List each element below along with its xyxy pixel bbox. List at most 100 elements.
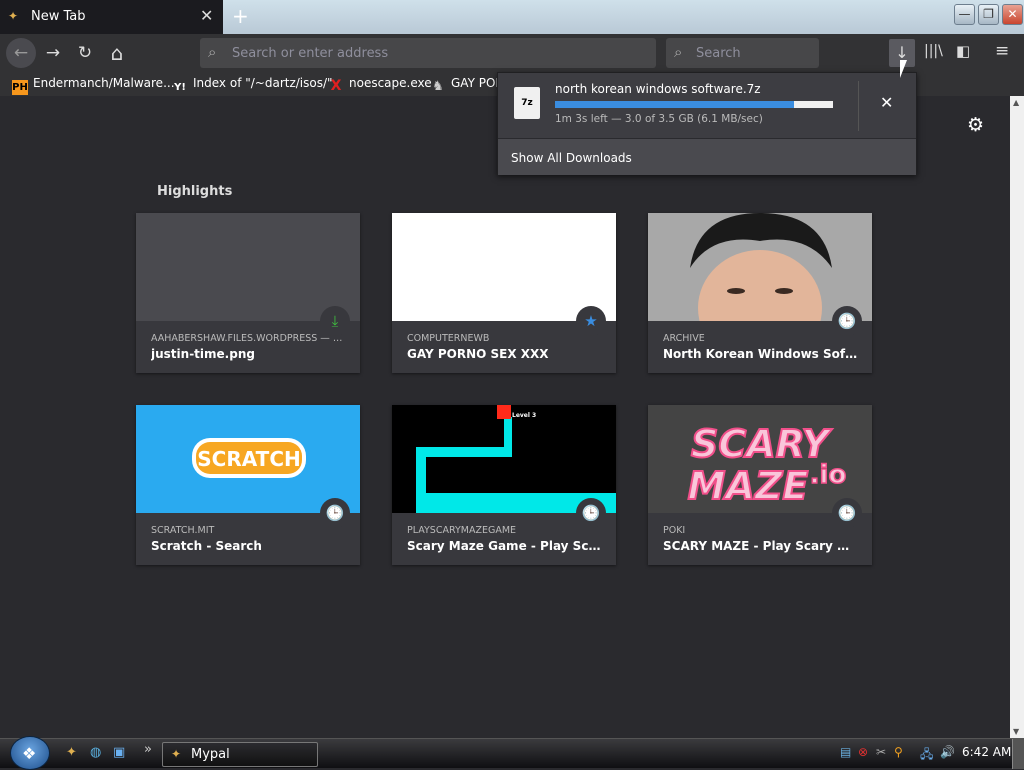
navigation-toolbar: ← → ↻ ⌂ ⌕ Search or enter address ⌕ Sear…	[0, 34, 1024, 72]
tray-network-icon[interactable]: 🖧	[920, 745, 933, 766]
card-host: ARCHIVE	[663, 333, 705, 344]
card-title: North Korean Windows Softwar...	[663, 347, 859, 361]
mouse-cursor-icon	[900, 60, 914, 78]
home-button[interactable]: ⌂	[105, 41, 129, 65]
card-host: COMPUTERNEWB	[407, 333, 490, 344]
search-icon: ⌕	[208, 43, 217, 61]
menu-button[interactable]: ≡	[995, 41, 1009, 61]
download-badge-icon: ⤓	[320, 306, 350, 336]
bookmark-label: Endermanch/Malware...	[33, 76, 175, 90]
downloads-panel: 7z north korean windows software.7z 1m 3…	[497, 72, 917, 175]
search-bar[interactable]: ⌕ Search	[666, 38, 819, 68]
restore-button[interactable]: ❐	[978, 4, 999, 25]
tab-strip: ✦ New Tab ✕ + — ❐ ✕	[0, 0, 1024, 34]
card-thumbnail	[648, 213, 872, 321]
tray-tools-icon[interactable]: ✂	[876, 745, 886, 759]
new-tab-button[interactable]: +	[232, 4, 249, 28]
new-tab-page: ⚙ Highlights ⤓ AAHABERSHAW.FILES.WORDPRE…	[0, 96, 1010, 738]
start-button[interactable]: ❖	[10, 736, 50, 770]
card-title: Scary Maze Game - Play Scary M...	[407, 539, 603, 553]
card-host: POKI	[663, 525, 686, 536]
show-all-downloads-button[interactable]: Show All Downloads	[498, 138, 916, 175]
highlight-card[interactable]: SCARY MAZE .io 🕒 POKI SCARY MAZE - Play …	[648, 405, 872, 565]
knight-favicon-icon: ♞	[432, 79, 444, 94]
highlight-card[interactable]: SCRATCH 🕒 SCRATCH.MIT Scratch - Search	[136, 405, 360, 565]
archive-file-icon: 7z	[514, 87, 540, 119]
x-favicon-icon: X	[330, 78, 342, 94]
search-placeholder: Search	[696, 46, 741, 61]
mypal-app-icon: ✦	[171, 747, 182, 761]
taskbar-clock[interactable]: 6:42 AM	[962, 745, 1011, 759]
card-thumbnail: SCARY MAZE .io	[648, 405, 872, 513]
maze-image: Level 3	[392, 405, 616, 513]
scary-logo-io: .io	[810, 460, 847, 490]
search-icon: ⌕	[674, 43, 683, 61]
portrait-image	[648, 213, 872, 321]
yahoo-favicon-icon: Y!	[174, 82, 186, 93]
scary-logo-line2: MAZE	[688, 464, 809, 508]
card-host: SCRATCH.MIT	[151, 525, 215, 536]
back-button[interactable]: ←	[6, 38, 36, 68]
card-thumbnail: SCRATCH	[136, 405, 360, 513]
tray-block-icon[interactable]: ⊗	[858, 745, 868, 759]
page-scrollbar[interactable]: ▲ ▼	[1010, 96, 1024, 738]
tray-volume-icon[interactable]: 🔊	[940, 745, 955, 759]
desktop-quicklaunch-icon[interactable]: ▣	[113, 745, 125, 760]
bookmark-item[interactable]: ♞ GAY POR	[430, 76, 504, 94]
card-title: GAY PORNO SEX XXX	[407, 347, 549, 361]
ie-quicklaunch-icon[interactable]: ◍	[90, 745, 101, 760]
scroll-down-icon[interactable]: ▼	[1013, 727, 1019, 736]
window-close-button[interactable]: ✕	[1002, 4, 1023, 25]
history-clock-icon: 🕒	[320, 498, 350, 528]
minimize-button[interactable]: —	[954, 4, 975, 25]
highlight-card[interactable]: ★ COMPUTERNEWB GAY PORNO SEX XXX	[392, 213, 616, 373]
taskbar-item-label: Mypal	[191, 747, 230, 762]
windows-taskbar: ❖ ✦ ◍ ▣ » ✦ Mypal ▤ ⊗ ✂ ⚲ 🖧 🔊 6:42 AM	[0, 736, 1024, 770]
bookmark-label: Index of "/~dartz/isos/"	[193, 76, 333, 90]
show-all-downloads-label: Show All Downloads	[511, 151, 632, 165]
card-title: justin-time.png	[151, 347, 255, 361]
history-clock-icon: 🕒	[832, 498, 862, 528]
maze-level-label: Level 3	[512, 412, 536, 419]
highlight-card[interactable]: ⤓ AAHABERSHAW.FILES.WORDPRESS — 298... j…	[136, 213, 360, 373]
scroll-up-icon[interactable]: ▲	[1013, 98, 1019, 107]
bookmark-star-icon: ★	[576, 306, 606, 336]
pornhub-favicon-icon: PH	[12, 80, 28, 95]
tab-close-icon[interactable]: ✕	[200, 6, 213, 25]
sidebar-button[interactable]: ◧	[956, 42, 970, 60]
show-desktop-button[interactable]	[1012, 739, 1024, 769]
quicklaunch-overflow-icon[interactable]: »	[144, 742, 152, 757]
scratch-logo-text: SCRATCH	[197, 447, 300, 471]
tray-app-icon[interactable]: ▤	[840, 745, 851, 759]
card-title: Scratch - Search	[151, 539, 262, 553]
tray-search-icon[interactable]: ⚲	[894, 745, 903, 759]
download-status: 1m 3s left — 3.0 of 3.5 GB (6.1 MB/sec)	[555, 113, 763, 125]
history-clock-icon: 🕒	[832, 306, 862, 336]
bookmark-item[interactable]: PH Endermanch/Malware...	[12, 76, 175, 95]
reload-button[interactable]: ↻	[73, 41, 97, 65]
windows-logo-icon: ❖	[22, 744, 37, 763]
card-thumbnail: Level 3	[392, 405, 616, 513]
url-placeholder: Search or enter address	[232, 46, 389, 61]
bookmark-item[interactable]: Y! Index of "/~dartz/isos/"	[172, 76, 333, 95]
history-clock-icon: 🕒	[576, 498, 606, 528]
divider	[858, 81, 859, 131]
highlight-card[interactable]: 🕒 ARCHIVE North Korean Windows Softwar..…	[648, 213, 872, 373]
tab-new-tab[interactable]: ✦ New Tab ✕	[0, 0, 223, 34]
download-filename[interactable]: north korean windows software.7z	[555, 82, 761, 96]
settings-gear-icon[interactable]: ⚙	[967, 114, 984, 136]
card-thumbnail	[136, 213, 360, 321]
cancel-download-button[interactable]: ✕	[880, 93, 893, 112]
url-bar[interactable]: ⌕ Search or enter address	[200, 38, 656, 68]
download-progress-bar	[555, 101, 833, 108]
card-host: AAHABERSHAW.FILES.WORDPRESS — 298...	[151, 333, 347, 344]
taskbar-item-mypal[interactable]: ✦ Mypal	[162, 742, 318, 767]
bookmark-label: noescape.exe	[349, 76, 432, 90]
mypal-quicklaunch-icon[interactable]: ✦	[66, 745, 77, 760]
library-button[interactable]: |||\	[924, 43, 943, 59]
scratch-logo: SCRATCH	[192, 438, 306, 478]
forward-button[interactable]: →	[41, 41, 65, 65]
highlight-card[interactable]: Level 3 🕒 PLAYSCARYMAZEGAME Scary Maze G…	[392, 405, 616, 565]
scary-maze-logo: SCARY MAZE .io	[648, 405, 872, 513]
bookmark-item[interactable]: Xnoescape.exe	[328, 76, 432, 94]
